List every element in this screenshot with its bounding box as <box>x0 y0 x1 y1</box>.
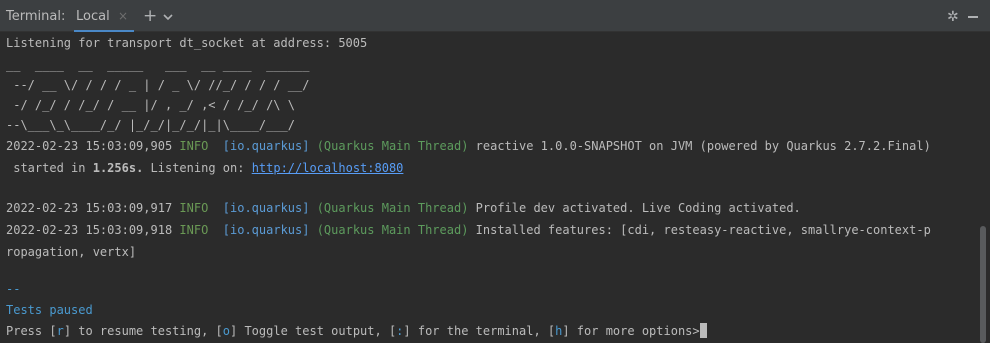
banner-line-2: --/ __ \/ / / / _ | / _ \/ //_/ / / / __… <box>6 78 310 92</box>
log-message: Profile dev activated. Live Coding activ… <box>475 201 801 215</box>
tab-local[interactable]: Local × <box>74 0 134 32</box>
tab-local-label: Local <box>76 9 110 24</box>
text-cursor <box>699 323 707 338</box>
key-o: o <box>222 324 230 338</box>
prompt-text: ] Toggle test output, [ <box>230 324 397 338</box>
log-level: INFO <box>179 139 209 153</box>
log-category: [io.quarkus] <box>222 223 310 237</box>
log-line-1-cont: started in 1.256s. Listening on: http://… <box>6 158 403 178</box>
separator: -- <box>6 282 21 296</box>
log-thread: (Quarkus Main Thread) <box>316 201 469 215</box>
log-level: INFO <box>179 201 209 215</box>
localhost-link[interactable]: http://localhost:8080 <box>252 161 404 175</box>
log-message: reactive 1.0.0-SNAPSHOT on JVM (powered … <box>475 139 931 153</box>
vertical-scrollbar[interactable] <box>980 226 986 343</box>
plus-icon[interactable]: + <box>143 6 157 26</box>
minimize-icon[interactable] <box>968 16 978 18</box>
log-category: [io.quarkus] <box>222 139 310 153</box>
log-line-3: 2022-02-23 15:03:09,918 INFO [io.quarkus… <box>6 220 931 240</box>
log-line-2: 2022-02-23 15:03:09,917 INFO [io.quarkus… <box>6 198 801 218</box>
banner-line-1: __ ____ __ _____ ___ __ ____ ______ <box>6 58 310 72</box>
startup-time: 1.256s. <box>92 161 144 175</box>
close-icon[interactable]: × <box>118 9 128 23</box>
terminal-title: Terminal: <box>6 9 66 24</box>
chevron-down-icon[interactable] <box>163 11 173 26</box>
key-r: r <box>56 324 64 338</box>
terminal-toolbar: Terminal: Local × + ✲ <box>0 0 990 32</box>
banner-line-4: --\___\_\____/_/ |_/_/|_/_/|_|\____/___/ <box>6 118 295 132</box>
started-text: started in <box>13 161 86 175</box>
log-level: INFO <box>179 223 209 237</box>
prompt-line[interactable]: Press [r] to resume testing, [o] Toggle … <box>6 321 707 341</box>
log-thread: (Quarkus Main Thread) <box>316 139 469 153</box>
log-line-1: 2022-02-23 15:03:09,905 INFO [io.quarkus… <box>6 136 931 156</box>
prompt-text: ] for the terminal, [ <box>403 324 556 338</box>
listening-label: Listening on: <box>150 161 245 175</box>
banner-line-3: -/ /_/ / /_/ / __ |/ , _/ ,< / /_/ /\ \ <box>6 98 295 112</box>
tests-paused-status: Tests paused <box>6 303 93 317</box>
log-category: [io.quarkus] <box>222 201 310 215</box>
log-message: Installed features: [cdi, resteasy-react… <box>475 223 931 237</box>
listening-line: Listening for transport dt_socket at add… <box>6 36 368 50</box>
gear-icon[interactable]: ✲ <box>947 9 959 25</box>
terminal-output[interactable]: Listening for transport dt_socket at add… <box>0 32 980 343</box>
prompt-text: Press [ <box>6 324 57 338</box>
log-timestamp: 2022-02-23 15:03:09,905 <box>6 139 173 153</box>
log-timestamp: 2022-02-23 15:03:09,918 <box>6 223 173 237</box>
log-thread: (Quarkus Main Thread) <box>316 223 469 237</box>
log-line-3-cont: ropagation, vertx] <box>6 245 137 259</box>
prompt-text: ] for more options> <box>562 324 700 338</box>
log-timestamp: 2022-02-23 15:03:09,917 <box>6 201 173 215</box>
prompt-text: ] to resume testing, [ <box>63 324 223 338</box>
